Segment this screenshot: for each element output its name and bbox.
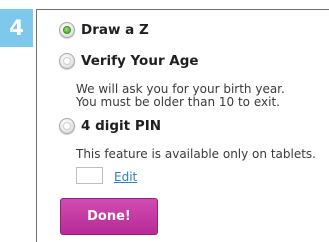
done-button[interactable]: Done! bbox=[60, 198, 158, 235]
option-label: Verify Your Age bbox=[81, 53, 199, 69]
radio-unchecked-icon[interactable] bbox=[59, 118, 75, 134]
option-label: Draw a Z bbox=[81, 22, 149, 38]
pin-input[interactable] bbox=[76, 167, 103, 184]
section-divider-vertical bbox=[36, 9, 37, 242]
done-button-label: Done! bbox=[87, 209, 131, 224]
option-description-line: You must be older than 10 to exit. bbox=[76, 95, 280, 109]
option-label: 4 digit PIN bbox=[81, 118, 162, 134]
radio-checked-icon[interactable] bbox=[59, 22, 75, 38]
edit-pin-link[interactable]: Edit bbox=[114, 170, 137, 184]
step-number: 4 bbox=[9, 16, 24, 40]
step-number-badge: 4 bbox=[0, 9, 33, 47]
section-divider-horizontal bbox=[36, 9, 329, 10]
option-draw-a-z[interactable]: Draw a Z bbox=[59, 22, 149, 38]
radio-unchecked-icon[interactable] bbox=[59, 53, 75, 69]
option-verify-your-age[interactable]: Verify Your Age bbox=[59, 53, 199, 69]
option-4-digit-pin[interactable]: 4 digit PIN bbox=[59, 118, 161, 134]
option-description-line: This feature is available only on tablet… bbox=[76, 147, 316, 161]
